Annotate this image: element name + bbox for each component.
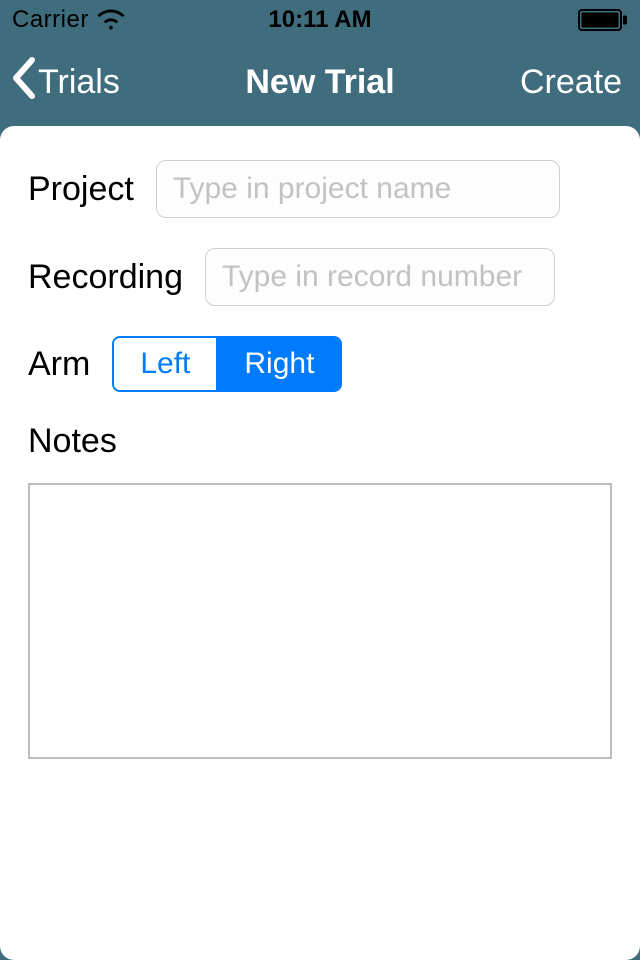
wifi-icon (97, 8, 125, 32)
back-button[interactable]: Trials (10, 56, 120, 109)
create-button[interactable]: Create (520, 63, 622, 102)
battery-icon (578, 9, 628, 31)
chevron-left-icon (10, 56, 36, 109)
recording-input[interactable] (205, 248, 555, 306)
project-input[interactable] (156, 160, 560, 218)
arm-option-left[interactable]: Left (114, 338, 216, 390)
notes-textarea[interactable] (28, 483, 612, 759)
project-row: Project (28, 160, 612, 218)
arm-row: Arm Left Right (28, 336, 612, 392)
page-title: New Trial (245, 63, 394, 102)
arm-label: Arm (28, 345, 90, 384)
recording-label: Recording (28, 258, 183, 297)
recording-row: Recording (28, 248, 612, 306)
carrier-label: Carrier (12, 6, 89, 34)
navigation-bar: Trials New Trial Create (0, 40, 640, 126)
status-bar: Carrier 10:11 AM (0, 0, 640, 40)
project-label: Project (28, 170, 134, 209)
status-bar-right (578, 9, 628, 31)
form-content: Project Recording Arm Left Right Notes (0, 126, 640, 960)
app-screen: Carrier 10:11 AM Trials New Trial Create… (0, 0, 640, 960)
arm-segmented-control: Left Right (112, 336, 342, 392)
notes-label: Notes (28, 422, 612, 461)
status-bar-left: Carrier (12, 6, 125, 34)
arm-option-right[interactable]: Right (216, 338, 340, 390)
back-button-label: Trials (38, 63, 120, 102)
status-bar-time: 10:11 AM (268, 6, 371, 34)
